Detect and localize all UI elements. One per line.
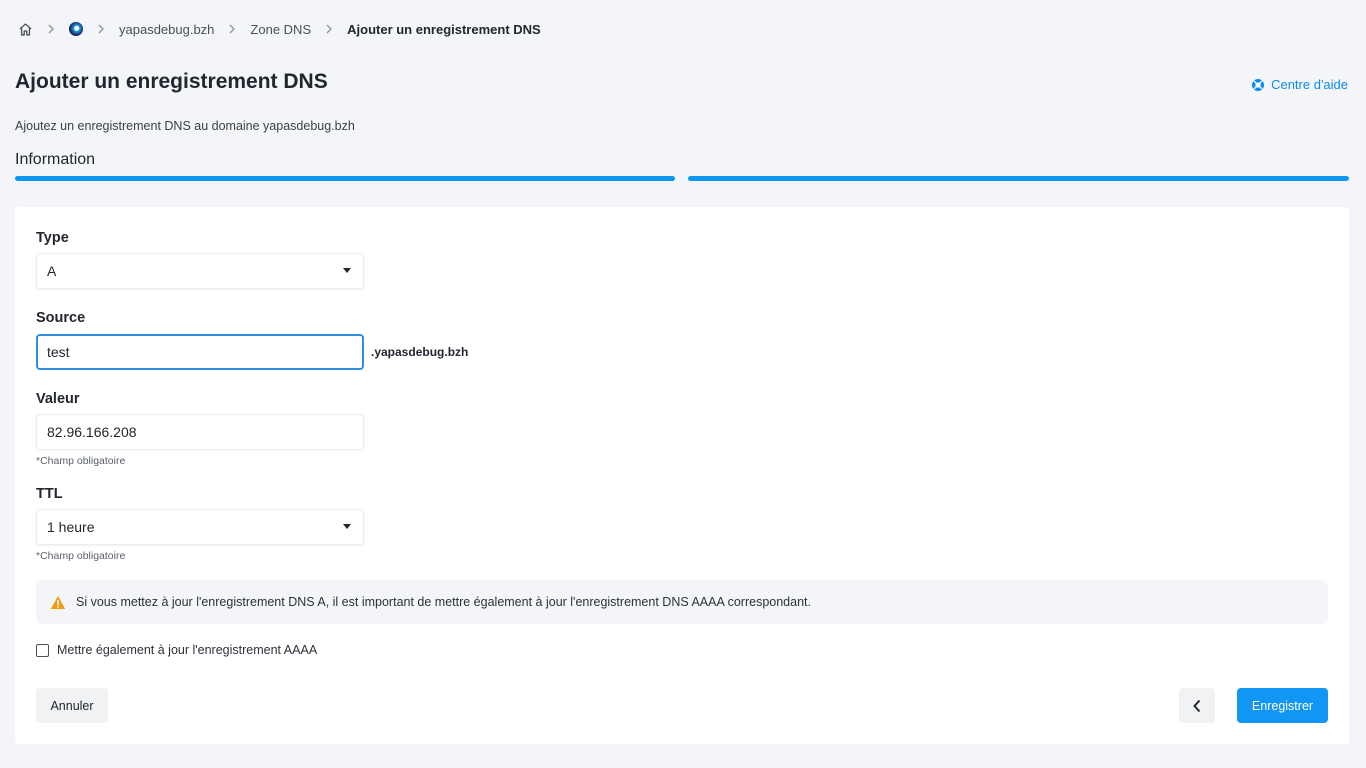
source-input[interactable]: test [36,334,364,370]
chevron-right-icon [228,24,236,34]
breadcrumb-current: Ajouter un enregistrement DNS [347,21,541,37]
warning-alert: Si vous mettez à jour l'enregistrement D… [36,580,1328,624]
valeur-input-value: 82.96.166.208 [47,424,137,440]
type-label: Type [36,230,69,246]
progress-step-1 [15,176,675,181]
breadcrumb: yapasdebug.bzh Zone DNS Ajouter un enreg… [18,18,541,40]
lifebuoy-icon [1251,78,1265,92]
step-title: Information [15,151,96,168]
update-aaaa-checkbox[interactable] [36,643,49,657]
update-aaaa-label[interactable]: Mettre également à jour l'enregistrement… [57,643,317,657]
update-aaaa-option[interactable]: Mettre également à jour l'enregistrement… [36,643,317,657]
ttl-required-hint: *Champ obligatoire [36,550,126,562]
page-subtitle: Ajoutez un enregistrement DNS au domaine… [15,119,355,133]
warning-text: Si vous mettez à jour l'enregistrement D… [76,595,811,609]
ttl-select-value: 1 heure [47,519,95,535]
type-select[interactable]: A [36,253,364,289]
valeur-input[interactable]: 82.96.166.208 [36,414,364,450]
caret-down-icon [343,524,351,529]
source-input-value: test [47,344,70,360]
ttl-label: TTL [36,486,63,502]
back-button[interactable] [1179,688,1215,723]
breadcrumb-zone-dns-link[interactable]: Zone DNS [250,22,311,37]
help-center-label: Centre d'aide [1271,77,1348,92]
chevron-right-icon [47,24,55,34]
page-title: Ajouter un enregistrement DNS [15,70,328,93]
chevron-right-icon [97,24,105,34]
chevron-right-icon [325,24,333,34]
type-select-value: A [47,263,57,279]
caret-down-icon [343,268,351,273]
source-domain-suffix: .yapasdebug.bzh [371,345,469,359]
ttl-select[interactable]: 1 heure [36,509,364,545]
breadcrumb-domain-link[interactable]: yapasdebug.bzh [119,22,214,37]
home-icon[interactable] [18,22,33,37]
brand-logo-icon[interactable] [69,22,83,36]
dns-form-card: Type A Source test .yapasdebug.bzh Valeu… [15,207,1349,744]
valeur-required-hint: *Champ obligatoire [36,455,126,467]
cancel-button[interactable]: Annuler [36,688,108,723]
progress-step-2 [688,176,1349,181]
help-center-link[interactable]: Centre d'aide [1251,77,1348,92]
valeur-label: Valeur [36,391,80,407]
chevron-left-icon [1192,699,1202,713]
source-label: Source [36,310,86,326]
save-button[interactable]: Enregistrer [1237,688,1328,723]
warning-icon [50,595,66,610]
